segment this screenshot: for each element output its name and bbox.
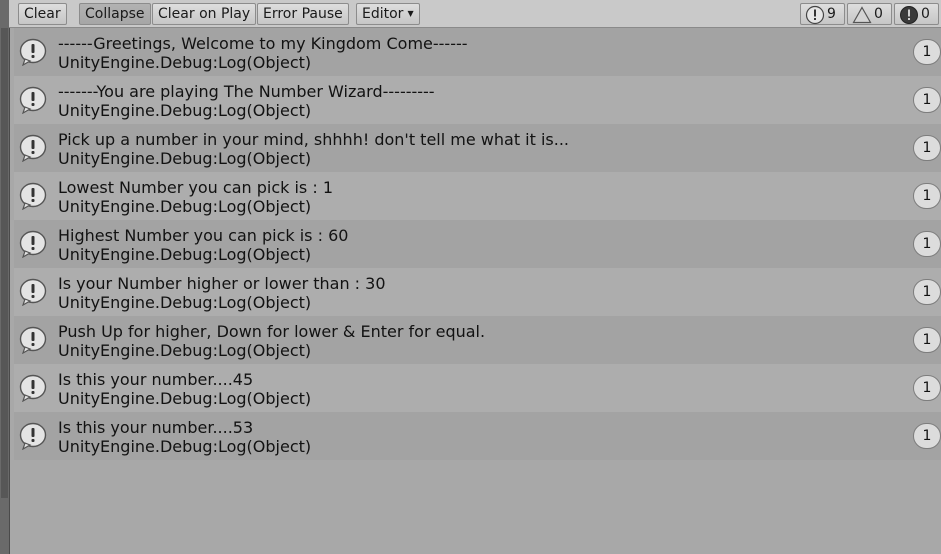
log-message: Pick up a number in your mind, shhhh! do… [58,130,570,168]
console-toolbar: Clear Collapse Clear on Play Error Pause… [9,0,941,28]
info-icon [19,374,47,402]
chevron-down-icon: ▼ [407,9,414,18]
info-icon [19,422,47,450]
info-icon [19,134,47,162]
log-message: Is this your number....45 UnityEngine.De… [58,370,312,408]
info-filter-toggle[interactable]: 9 [800,3,845,25]
clear-on-play-toggle[interactable]: Clear on Play [152,3,257,25]
info-icon [19,326,47,354]
log-message: Is your Number higher or lower than : 30… [58,274,386,312]
collapse-count-badge: 1 [913,327,941,353]
log-message: ------Greetings, Welcome to my Kingdom C… [58,34,468,72]
collapse-count-badge: 1 [913,183,941,209]
editor-dropdown-label: Editor [362,6,404,22]
log-entry[interactable]: ------Greetings, Welcome to my Kingdom C… [14,28,941,76]
error-filter-toggle[interactable]: 0 [894,3,939,25]
scrollbar-thumb[interactable] [1,28,8,498]
console-log-list: ------Greetings, Welcome to my Kingdom C… [14,28,941,554]
log-message: Push Up for higher, Down for lower & Ent… [58,322,486,360]
log-entry[interactable]: Highest Number you can pick is : 60 Unit… [14,220,941,268]
info-icon [19,278,47,306]
collapse-count-badge: 1 [913,423,941,449]
collapse-count-badge: 1 [913,279,941,305]
warning-count: 0 [874,6,883,22]
collapse-count-badge: 1 [913,87,941,113]
info-icon [19,182,47,210]
error-icon [900,6,918,24]
log-entry[interactable]: Is this your number....45 UnityEngine.De… [14,364,941,412]
collapse-toggle[interactable]: Collapse [79,3,151,25]
log-entry[interactable]: -------You are playing The Number Wizard… [14,76,941,124]
left-panel-scrollbar[interactable] [0,0,10,554]
info-count: 9 [827,6,836,22]
editor-dropdown[interactable]: Editor ▼ [356,3,420,25]
log-message: Is this your number....53 UnityEngine.De… [58,418,312,456]
log-message: Highest Number you can pick is : 60 Unit… [58,226,349,264]
info-icon [19,230,47,258]
error-pause-toggle[interactable]: Error Pause [257,3,349,25]
warning-filter-toggle[interactable]: 0 [847,3,892,25]
info-icon [19,86,47,114]
info-icon [19,38,47,66]
warning-icon [852,6,872,24]
collapse-count-badge: 1 [913,375,941,401]
log-entry[interactable]: Lowest Number you can pick is : 1 UnityE… [14,172,941,220]
collapse-count-badge: 1 [913,231,941,257]
log-message: Lowest Number you can pick is : 1 UnityE… [58,178,333,216]
collapse-count-badge: 1 [913,39,941,65]
log-entry[interactable]: Is this your number....53 UnityEngine.De… [14,412,941,460]
error-count: 0 [921,6,930,22]
log-message: -------You are playing The Number Wizard… [58,82,435,120]
log-entry[interactable]: Pick up a number in your mind, shhhh! do… [14,124,941,172]
log-entry[interactable]: Push Up for higher, Down for lower & Ent… [14,316,941,364]
log-entry[interactable]: Is your Number higher or lower than : 30… [14,268,941,316]
collapse-count-badge: 1 [913,135,941,161]
info-icon [805,5,825,25]
clear-button[interactable]: Clear [18,3,67,25]
